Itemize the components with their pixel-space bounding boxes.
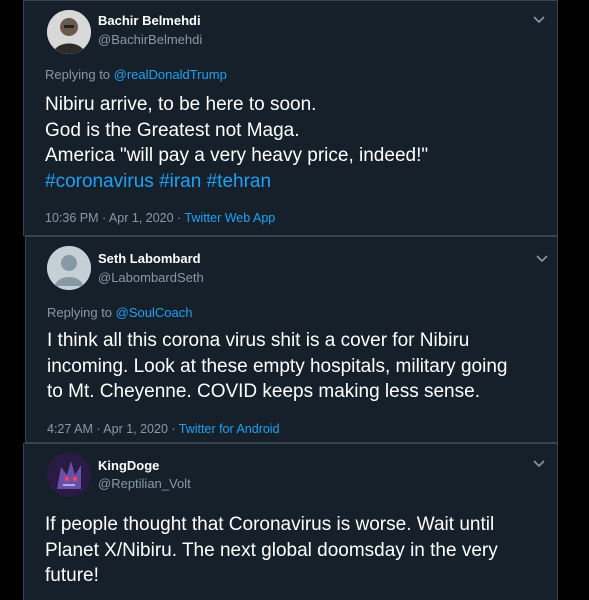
tweet-text-line: Planet X/Nibiru. The next global doomsda… [45,539,498,561]
user-handle[interactable]: @Reptilian_Volt [98,476,191,491]
tweet-text-line: to Mt. Cheyenne. COVID keeps making less… [47,381,480,402]
default-avatar-icon [47,246,91,290]
chevron-down-icon[interactable] [535,254,549,264]
timestamp[interactable]: 10:36 PM · Apr 1, 2020 · [45,211,184,225]
tweet-text-line: America "will pay a very heavy price, in… [45,145,429,166]
tweet-card-3[interactable]: KingDoge @Reptilian_Volt If people thoug… [23,443,558,600]
tweet-meta: 4:27 AM · Apr 1, 2020 · Twitter for Andr… [47,422,280,436]
display-name[interactable]: Seth Labombard [98,251,201,266]
tweet-text-line: Nibiru arrive, to be here to soon. [45,94,317,115]
dragon-avatar-icon [47,453,91,497]
user-handle[interactable]: @BachirBelmehdi [98,32,202,47]
source-app-link[interactable]: Twitter Web App [184,211,275,225]
tweet-text-line: If people thought that Coronavirus is wo… [45,514,495,535]
tweet-text: Nibiru arrive, to be here to soon. God i… [45,92,428,194]
display-name[interactable]: KingDoge [98,458,159,473]
replying-to: Replying to @SoulCoach [47,305,192,320]
source-app-link[interactable]: Twitter for Android [179,422,280,436]
tweet-text-line: future! [45,565,99,586]
hashtag-link[interactable]: #coronavirus [45,171,154,192]
tweet-text: I think all this corona virus shit is a … [47,328,507,405]
display-name[interactable]: Bachir Belmehdi [98,13,201,28]
mention-link[interactable]: @SoulCoach [116,305,193,320]
hashtag-link[interactable]: #tehran [207,171,271,192]
tweet-text-line: God is the Greatest not Maga. [45,119,300,141]
tweet-text-line: incoming. Look at these empty hospitals,… [47,355,508,377]
hashtag-link[interactable]: #iran [159,171,201,192]
tweet-card-2[interactable]: Seth Labombard @LabombardSeth Replying t… [25,236,558,443]
replying-prefix: Replying to [47,305,116,320]
replying-prefix: Replying to [45,67,114,82]
user-handle[interactable]: @LabombardSeth [98,270,204,285]
chevron-down-icon[interactable] [532,459,546,469]
tweet-text: If people thought that Coronavirus is wo… [45,512,498,589]
tweet-card-1[interactable]: Bachir Belmehdi @BachirBelmehdi Replying… [23,0,558,236]
chevron-down-icon[interactable] [532,15,546,25]
avatar[interactable] [47,246,91,290]
user-photo-icon [47,10,91,54]
mention-link[interactable]: @realDonaldTrump [114,67,227,82]
avatar[interactable] [47,453,91,497]
tweet-meta: 10:36 PM · Apr 1, 2020 · Twitter Web App [45,211,275,225]
timestamp[interactable]: 4:27 AM · Apr 1, 2020 · [47,422,179,436]
replying-to: Replying to @realDonaldTrump [45,67,227,82]
tweet-text-line: I think all this corona virus shit is a … [47,330,470,351]
hashtag-line: #coronavirus #iran #tehran [45,169,428,195]
avatar[interactable] [47,10,91,54]
